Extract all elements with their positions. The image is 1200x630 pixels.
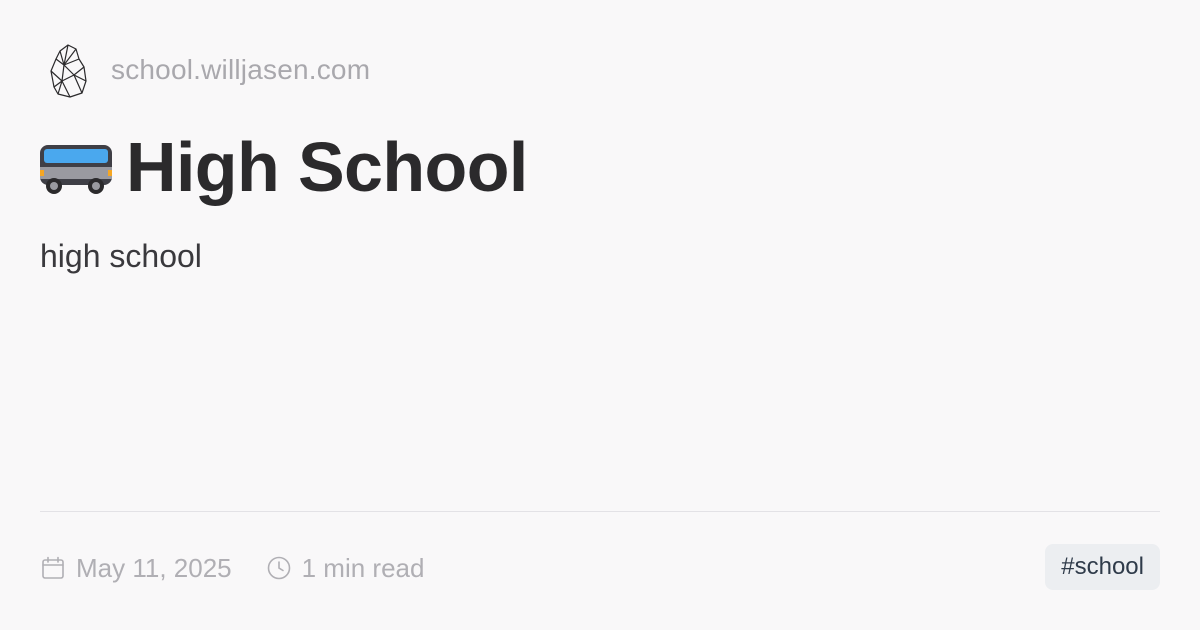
site-header: school.willjasen.com bbox=[46, 40, 370, 100]
site-url[interactable]: school.willjasen.com bbox=[111, 54, 370, 86]
footer-divider bbox=[40, 511, 1160, 512]
post-read-time-text: 1 min read bbox=[301, 552, 425, 583]
post-read-time: 1 min read bbox=[266, 552, 425, 584]
post-date-text: May 11, 2025 bbox=[76, 552, 232, 583]
tag-school[interactable]: #school bbox=[1045, 544, 1160, 590]
post-meta: May 11, 2025 1 min read bbox=[40, 546, 424, 590]
post-date: May 11, 2025 bbox=[40, 553, 232, 584]
calendar-icon bbox=[42, 556, 64, 579]
post-title-row: High School bbox=[38, 124, 528, 210]
crystal-logo-icon[interactable] bbox=[46, 41, 90, 99]
bus-icon bbox=[40, 145, 112, 194]
page-title: High School bbox=[126, 128, 528, 206]
clock-icon bbox=[267, 556, 290, 580]
post-description: high school bbox=[40, 238, 202, 274]
